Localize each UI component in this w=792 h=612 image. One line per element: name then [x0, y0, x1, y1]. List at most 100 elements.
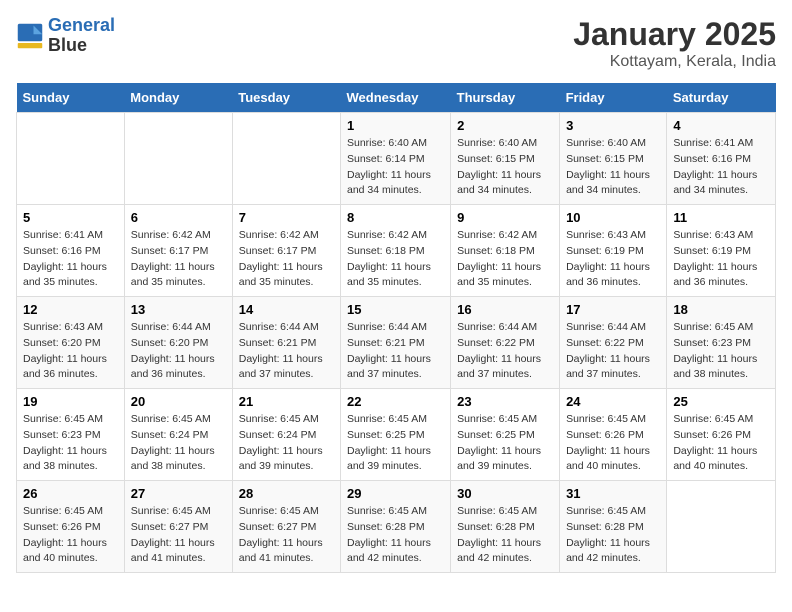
day-number: 17	[566, 302, 660, 317]
logo-line2: Blue	[48, 35, 87, 55]
day-number: 6	[131, 210, 226, 225]
calendar-cell: 29 Sunrise: 6:45 AM Sunset: 6:28 PM Dayli…	[340, 481, 450, 573]
day-info: Sunrise: 6:45 AM Sunset: 6:28 PM Dayligh…	[566, 504, 660, 567]
calendar-cell: 27Sunrise: 6:45 AM Sunset: 6:27 PM Dayli…	[124, 481, 232, 573]
calendar-cell: 31 Sunrise: 6:45 AM Sunset: 6:28 PM Dayli…	[560, 481, 667, 573]
calendar-cell: 4 Sunrise: 6:41 AM Sunset: 6:16 PM Daylig…	[667, 113, 776, 205]
header-cell-wednesday: Wednesday	[340, 83, 450, 113]
day-number: 25	[673, 394, 769, 409]
day-info: Sunrise: 6:44 AM Sunset: 6:21 PM Dayligh…	[347, 320, 444, 383]
header-cell-saturday: Saturday	[667, 83, 776, 113]
calendar-cell: 24Sunrise: 6:45 AM Sunset: 6:26 PM Dayli…	[560, 389, 667, 481]
calendar-cell: 14 Sunrise: 6:44 AM Sunset: 6:21 PM Dayli…	[232, 297, 340, 389]
day-info: Sunrise: 6:43 AM Sunset: 6:19 PM Dayligh…	[566, 228, 660, 291]
day-number: 2	[457, 118, 553, 133]
day-number: 10	[566, 210, 660, 225]
day-number: 22	[347, 394, 444, 409]
logo: General Blue	[16, 16, 115, 56]
calendar-cell: 21 Sunrise: 6:45 AM Sunset: 6:24 PM Dayli…	[232, 389, 340, 481]
day-info: Sunrise: 6:45 AM Sunset: 6:26 PM Dayligh…	[566, 412, 660, 475]
day-number: 20	[131, 394, 226, 409]
day-info: Sunrise: 6:45 AM Sunset: 6:27 PM Dayligh…	[239, 504, 334, 567]
day-number: 14	[239, 302, 334, 317]
day-number: 4	[673, 118, 769, 133]
header-cell-thursday: Thursday	[451, 83, 560, 113]
day-info: Sunrise: 6:45 AM Sunset: 6:26 PM Dayligh…	[673, 412, 769, 475]
day-number: 15	[347, 302, 444, 317]
main-title: January 2025	[573, 16, 776, 53]
day-number: 7	[239, 210, 334, 225]
calendar-cell: 28 Sunrise: 6:45 AM Sunset: 6:27 PM Dayli…	[232, 481, 340, 573]
day-info: Sunrise: 6:45 AM Sunset: 6:23 PM Dayligh…	[23, 412, 118, 475]
day-info: Sunrise: 6:41 AM Sunset: 6:16 PM Dayligh…	[673, 136, 769, 199]
day-number: 27	[131, 486, 226, 501]
day-info: Sunrise: 6:41 AM Sunset: 6:16 PM Dayligh…	[23, 228, 118, 291]
calendar-week-4: 19 Sunrise: 6:45 AM Sunset: 6:23 PM Dayli…	[17, 389, 776, 481]
page-header: General Blue January 2025 Kottayam, Kera…	[16, 16, 776, 71]
day-info: Sunrise: 6:45 AM Sunset: 6:28 PM Dayligh…	[347, 504, 444, 567]
title-block: January 2025 Kottayam, Kerala, India	[573, 16, 776, 71]
day-number: 30	[457, 486, 553, 501]
day-info: Sunrise: 6:45 AM Sunset: 6:23 PM Dayligh…	[673, 320, 769, 383]
calendar-cell: 8 Sunrise: 6:42 AM Sunset: 6:18 PM Daylig…	[340, 205, 450, 297]
day-info: Sunrise: 6:42 AM Sunset: 6:18 PM Dayligh…	[457, 228, 553, 291]
day-info: Sunrise: 6:45 AM Sunset: 6:28 PM Dayligh…	[457, 504, 553, 567]
calendar-cell: 25 Sunrise: 6:45 AM Sunset: 6:26 PM Dayli…	[667, 389, 776, 481]
day-number: 28	[239, 486, 334, 501]
day-info: Sunrise: 6:44 AM Sunset: 6:21 PM Dayligh…	[239, 320, 334, 383]
day-number: 12	[23, 302, 118, 317]
day-info: Sunrise: 6:45 AM Sunset: 6:24 PM Dayligh…	[239, 412, 334, 475]
calendar-cell: 5Sunrise: 6:41 AM Sunset: 6:16 PM Daylig…	[17, 205, 125, 297]
day-number: 19	[23, 394, 118, 409]
logo-icon	[16, 22, 44, 50]
calendar-cell: 10 Sunrise: 6:43 AM Sunset: 6:19 PM Dayli…	[560, 205, 667, 297]
calendar-cell: 13Sunrise: 6:44 AM Sunset: 6:20 PM Dayli…	[124, 297, 232, 389]
calendar-cell: 15 Sunrise: 6:44 AM Sunset: 6:21 PM Dayli…	[340, 297, 450, 389]
day-info: Sunrise: 6:43 AM Sunset: 6:20 PM Dayligh…	[23, 320, 118, 383]
day-info: Sunrise: 6:40 AM Sunset: 6:14 PM Dayligh…	[347, 136, 444, 199]
day-number: 21	[239, 394, 334, 409]
day-number: 11	[673, 210, 769, 225]
logo-line1: General	[48, 15, 115, 35]
calendar-table: SundayMondayTuesdayWednesdayThursdayFrid…	[16, 83, 776, 573]
calendar-cell: 16 Sunrise: 6:44 AM Sunset: 6:22 PM Dayli…	[451, 297, 560, 389]
subtitle: Kottayam, Kerala, India	[573, 53, 776, 71]
calendar-cell	[124, 113, 232, 205]
calendar-cell: 30 Sunrise: 6:45 AM Sunset: 6:28 PM Dayli…	[451, 481, 560, 573]
header-cell-monday: Monday	[124, 83, 232, 113]
day-number: 9	[457, 210, 553, 225]
calendar-cell	[667, 481, 776, 573]
calendar-cell: 6Sunrise: 6:42 AM Sunset: 6:17 PM Daylig…	[124, 205, 232, 297]
calendar-cell: 12 Sunrise: 6:43 AM Sunset: 6:20 PM Dayli…	[17, 297, 125, 389]
calendar-cell: 20 Sunrise: 6:45 AM Sunset: 6:24 PM Dayli…	[124, 389, 232, 481]
day-number: 16	[457, 302, 553, 317]
calendar-cell	[232, 113, 340, 205]
day-info: Sunrise: 6:42 AM Sunset: 6:18 PM Dayligh…	[347, 228, 444, 291]
calendar-cell: 23 Sunrise: 6:45 AM Sunset: 6:25 PM Dayli…	[451, 389, 560, 481]
logo-text: General Blue	[48, 16, 115, 56]
day-info: Sunrise: 6:44 AM Sunset: 6:22 PM Dayligh…	[457, 320, 553, 383]
day-info: Sunrise: 6:44 AM Sunset: 6:20 PM Dayligh…	[131, 320, 226, 383]
day-number: 26	[23, 486, 118, 501]
day-number: 29	[347, 486, 444, 501]
day-info: Sunrise: 6:44 AM Sunset: 6:22 PM Dayligh…	[566, 320, 660, 383]
day-info: Sunrise: 6:45 AM Sunset: 6:25 PM Dayligh…	[457, 412, 553, 475]
header-cell-sunday: Sunday	[17, 83, 125, 113]
day-info: Sunrise: 6:40 AM Sunset: 6:15 PM Dayligh…	[457, 136, 553, 199]
calendar-cell: 19 Sunrise: 6:45 AM Sunset: 6:23 PM Dayli…	[17, 389, 125, 481]
day-info: Sunrise: 6:45 AM Sunset: 6:25 PM Dayligh…	[347, 412, 444, 475]
day-info: Sunrise: 6:43 AM Sunset: 6:19 PM Dayligh…	[673, 228, 769, 291]
calendar-body: 1Sunrise: 6:40 AM Sunset: 6:14 PM Daylig…	[17, 113, 776, 573]
calendar-cell: 2 Sunrise: 6:40 AM Sunset: 6:15 PM Daylig…	[451, 113, 560, 205]
day-number: 8	[347, 210, 444, 225]
day-number: 31	[566, 486, 660, 501]
calendar-cell: 3Sunrise: 6:40 AM Sunset: 6:15 PM Daylig…	[560, 113, 667, 205]
day-number: 23	[457, 394, 553, 409]
calendar-cell	[17, 113, 125, 205]
header-cell-friday: Friday	[560, 83, 667, 113]
calendar-week-3: 12 Sunrise: 6:43 AM Sunset: 6:20 PM Dayli…	[17, 297, 776, 389]
calendar-week-2: 5Sunrise: 6:41 AM Sunset: 6:16 PM Daylig…	[17, 205, 776, 297]
day-info: Sunrise: 6:45 AM Sunset: 6:24 PM Dayligh…	[131, 412, 226, 475]
calendar-cell: 18 Sunrise: 6:45 AM Sunset: 6:23 PM Dayli…	[667, 297, 776, 389]
day-number: 18	[673, 302, 769, 317]
